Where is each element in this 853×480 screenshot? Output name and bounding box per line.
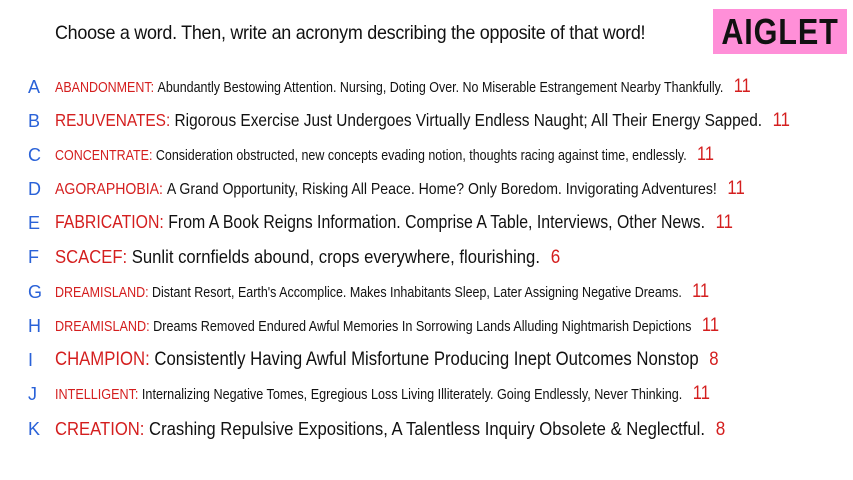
- entry-definition: Consistently Having Awful Misfortune Pro…: [154, 349, 699, 370]
- entry-count: 11: [733, 76, 751, 97]
- entry-word: CHAMPION:: [55, 349, 150, 370]
- entry-count: 11: [715, 212, 733, 233]
- entry-count: 6: [550, 246, 561, 268]
- entry-word: ABANDONMENT:: [55, 80, 155, 96]
- entry-word: CONCENTRATE:: [55, 148, 153, 164]
- entry-count: 11: [701, 315, 720, 336]
- entry-word: CREATION:: [55, 417, 145, 439]
- prompt-text: Choose a word. Then, write an acronym de…: [55, 22, 646, 44]
- entry-letter: D: [28, 178, 41, 199]
- entry-definition: Distant Resort, Earth's Accomplice. Make…: [152, 285, 682, 301]
- entry-count: 11: [692, 383, 710, 404]
- entry-count: 11: [692, 281, 710, 302]
- entry-letter: A: [28, 76, 41, 97]
- entry-word: SCACEF:: [55, 245, 128, 267]
- entry-definition: Internalizing Negative Tomes, Egregious …: [141, 387, 683, 403]
- entry-definition: From A Book Reigns Information. Comprise…: [168, 212, 706, 232]
- entry-word: FABRICATION:: [55, 212, 164, 232]
- entry-count: 11: [772, 110, 790, 131]
- entry-definition: Crashing Repulsive Expositions, A Talent…: [149, 417, 705, 439]
- entry-letter: F: [28, 246, 39, 267]
- entry-count: 11: [697, 144, 714, 165]
- entry-letter: H: [28, 315, 41, 336]
- entry-letter: E: [28, 212, 41, 233]
- entry-word: DREAMISLAND:: [55, 319, 150, 335]
- entry-letter: C: [28, 144, 41, 165]
- entry-definition: Sunlit cornfields abound, crops everywhe…: [131, 245, 540, 267]
- entry-letter: K: [28, 418, 41, 439]
- entry-letter: G: [28, 281, 43, 302]
- entry-count: 8: [709, 349, 719, 370]
- entry-letter: J: [28, 383, 37, 404]
- logo-text: AIGLET: [721, 10, 839, 52]
- entry-definition: Consideration obstructed, new concepts e…: [155, 148, 687, 164]
- entry-count: 11: [727, 178, 745, 199]
- entry-word: AGORAPHOBIA:: [55, 181, 163, 198]
- entry-definition: A Grand Opportunity, Risking All Peace. …: [166, 181, 717, 198]
- entry-definition: Dreams Removed Endured Awful Memories In…: [153, 319, 692, 335]
- entry-letter: I: [28, 349, 34, 370]
- entry-word: INTELLIGENT:: [55, 387, 139, 403]
- entry-definition: Abundantly Bestowing Attention. Nursing,…: [157, 80, 724, 96]
- entry-word: REJUVENATES:: [55, 110, 171, 130]
- aiglet-logo: AIGLET: [713, 9, 847, 54]
- entry-definition: Rigorous Exercise Just Undergoes Virtual…: [174, 110, 763, 130]
- entry-letter: B: [28, 110, 41, 131]
- entry-count: 8: [715, 418, 726, 440]
- entry-word: DREAMISLAND:: [55, 285, 149, 301]
